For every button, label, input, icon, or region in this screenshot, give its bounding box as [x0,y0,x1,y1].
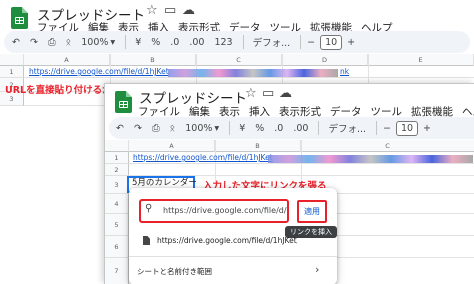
column-header[interactable]: E [368,54,474,66]
toolbar: ↶ ↷ ⎙ ᛟ 100% ▾ ¥ % .0 .00 123 デフォ... − 1… [4,31,470,53]
select-all-corner[interactable] [105,140,129,152]
sheets-logo-icon[interactable] [11,7,28,29]
row-header[interactable]: 6 [105,236,129,258]
column-header[interactable]: C [301,140,474,152]
column-header[interactable]: B [215,140,301,152]
row-header[interactable]: 4 [105,194,129,214]
column-header[interactable]: C [196,54,282,66]
cloud-status-icon[interactable]: ☁ [182,3,195,18]
search-icon: ⚲ [145,203,153,214]
font-select[interactable]: デフォ... [328,121,366,135]
font-size-plus-button[interactable]: + [347,37,355,48]
insert-link-popup: https://drive.google.com/file/d/1hJKet ⚲… [129,188,337,284]
link-suggestion[interactable]: https://drive.google.com/file/d/1hJKet/v… [157,236,297,245]
pixelated-link-text [168,69,338,77]
decrease-decimal-button[interactable]: .0 [274,123,283,134]
file-icon [143,236,150,245]
row-header[interactable]: 7 [105,258,129,284]
redo-icon[interactable]: ↷ [134,123,142,134]
cloud-status-icon[interactable]: ☁ [279,86,292,101]
number-format-button[interactable]: 123 [214,37,232,48]
decrease-decimal-button[interactable]: .0 [170,37,179,48]
toolbar-divider [318,121,320,135]
toolbar-divider [376,121,378,135]
redo-icon[interactable]: ↷ [30,37,38,48]
font-size-input[interactable]: 10 [320,34,343,50]
zoom-caret-icon[interactable]: ▾ [214,123,219,134]
front-spreadsheet-window: スプレッドシート ☆ ▭ ☁ ファイル 編集 表示 挿入 表示形式 データ ツー… [104,83,474,284]
increase-decimal-button[interactable]: .00 [189,37,204,48]
cell-a1-link[interactable]: https://drive.google.com/file/d/1hJKet [29,67,169,76]
toolbar-divider [125,35,127,49]
apply-button[interactable]: 適用 [297,200,327,223]
percent-button[interactable]: % [255,123,264,134]
pixelated-link-text [268,155,473,163]
zoom-select[interactable]: 100% [185,123,212,134]
undo-icon[interactable]: ↶ [12,37,20,48]
font-size-plus-button[interactable]: + [423,123,431,134]
annotation-paste-url: URLを直接貼り付けるか [5,85,112,96]
undo-icon[interactable]: ↶ [116,123,124,134]
move-folder-icon[interactable]: ▭ [164,3,176,18]
print-icon[interactable]: ⎙ [48,37,56,48]
increase-decimal-button[interactable]: .00 [293,123,308,134]
row-header[interactable]: 3 [105,176,129,194]
link-url-input[interactable]: https://drive.google.com/file/d/1hJKet [139,199,289,223]
move-folder-icon[interactable]: ▭ [262,86,274,101]
star-icon[interactable]: ☆ [146,3,158,18]
column-header[interactable]: D [282,54,368,66]
zoom-select[interactable]: 100% [81,37,108,48]
toolbar-divider [300,35,302,49]
zoom-caret-icon[interactable]: ▾ [110,37,115,48]
toolbar-divider [229,121,231,135]
paint-format-icon[interactable]: ᛟ [66,37,72,48]
font-select[interactable]: デフォ... [253,35,291,49]
row-header[interactable]: 5 [105,214,129,236]
chevron-right-icon[interactable]: › [315,263,319,276]
sheets-and-ranges-link[interactable]: シートと名前付き範囲 [137,266,212,277]
paint-format-icon[interactable]: ᛟ [170,123,176,134]
toolbar: ↶ ↷ ⎙ ᛟ 100% ▾ ¥ % .0 .00 デフォ... − 10 + [109,117,474,139]
font-size-input[interactable]: 10 [396,120,418,136]
cell-a1-link-tail[interactable]: nk [340,67,349,76]
row-header[interactable]: 1 [105,152,129,164]
sheets-logo-icon[interactable] [115,91,132,113]
font-size-minus-button[interactable]: − [307,37,315,48]
row-header[interactable]: 1 [0,66,24,78]
star-icon[interactable]: ☆ [245,86,257,101]
column-header[interactable]: A [24,54,110,66]
row-header[interactable]: 2 [105,164,129,176]
divider [129,256,337,257]
select-all-corner[interactable] [0,54,24,66]
currency-button[interactable]: ¥ [239,123,245,134]
font-size-minus-button[interactable]: − [383,123,391,134]
print-icon[interactable]: ⎙ [152,123,160,134]
column-header[interactable]: A [129,140,215,152]
percent-button[interactable]: % [151,37,160,48]
cell-a1-link[interactable]: https://drive.google.com/file/d/1hJKet [133,153,273,162]
column-header[interactable]: B [110,54,196,66]
toolbar-divider [242,35,244,49]
currency-button[interactable]: ¥ [135,37,141,48]
